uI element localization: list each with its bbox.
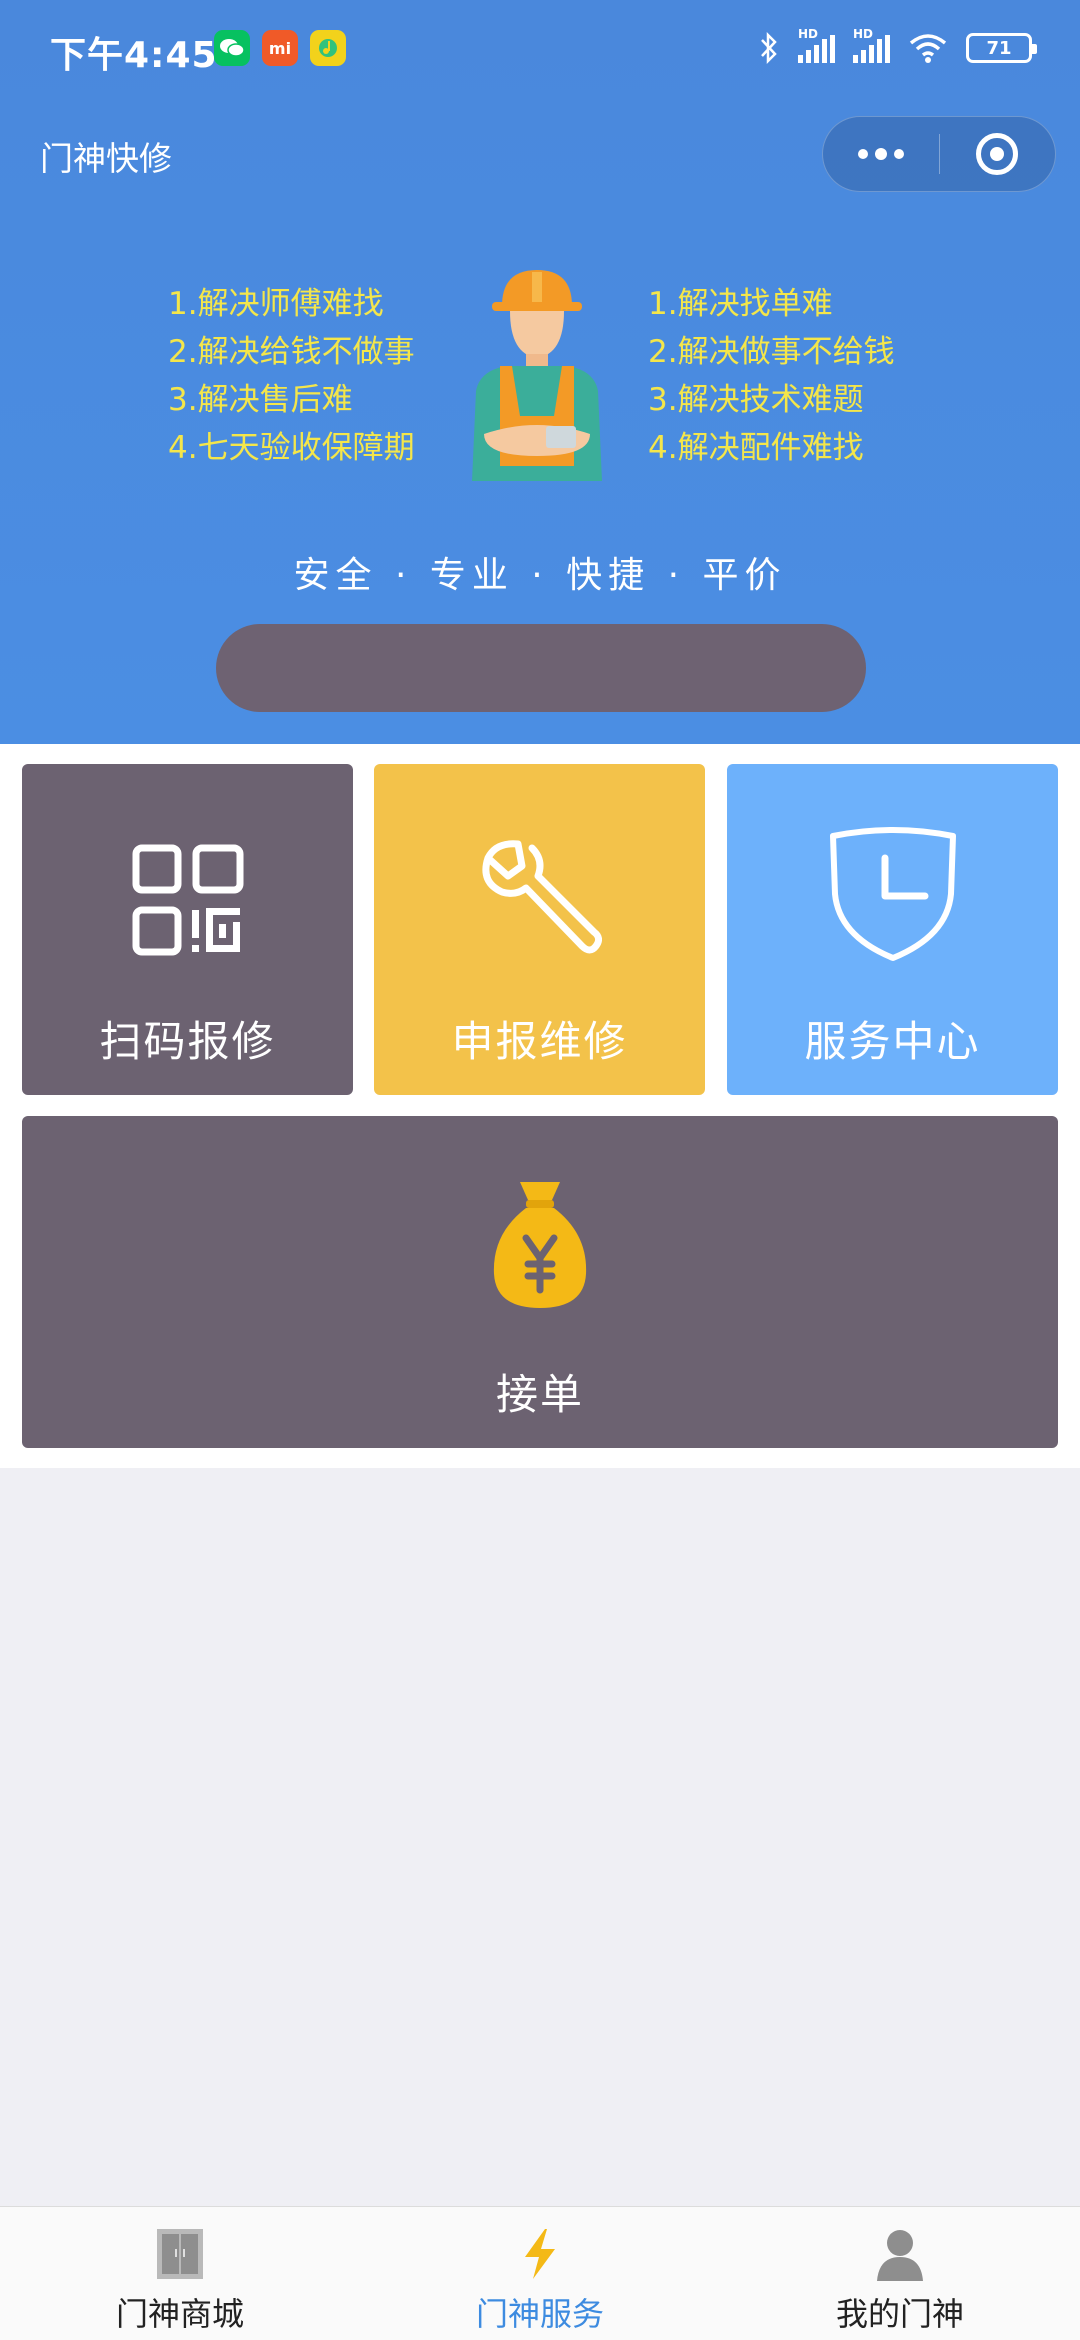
- cellular-signal-icon-2: HD: [853, 27, 890, 63]
- lightning-icon: [525, 2229, 555, 2279]
- tile-label: 服务中心: [804, 1017, 981, 1066]
- status-bar: 下午4:45 mi HD HD 71: [0, 0, 1080, 100]
- user-icon: [877, 2230, 923, 2281]
- feature-item: 4.七天验收保障期: [168, 430, 415, 466]
- tile-label: 接单: [495, 1370, 584, 1419]
- tab-profile[interactable]: 我的门神: [720, 2207, 1080, 2340]
- service-grid: 扫码报修 申报维修 服务中心 接单: [0, 744, 1080, 1468]
- money-bag-icon: [493, 1182, 587, 1308]
- tile-label: 申报维修: [451, 1017, 628, 1066]
- qr-code-icon: [132, 844, 244, 956]
- feature-item: 1.解决师傅难找: [168, 286, 384, 322]
- worker-illustration: [472, 270, 602, 481]
- wifi-icon: [909, 34, 947, 63]
- wechat-icon: [214, 30, 250, 66]
- bluetooth-icon: [761, 31, 777, 65]
- status-time: 下午4:45: [50, 35, 218, 76]
- target-close-icon[interactable]: [940, 116, 1055, 192]
- tab-service[interactable]: 门神服务: [360, 2207, 720, 2340]
- more-dots-icon[interactable]: [823, 116, 939, 192]
- slogan: 安全 · 专业 · 快捷 · 平价: [293, 555, 787, 596]
- feature-item: 3.解决售后难: [168, 382, 353, 418]
- feature-item: 1.解决找单难: [648, 286, 833, 322]
- battery-indicator: 71: [966, 33, 1037, 63]
- feature-item: 3.解决技术难题: [648, 382, 864, 418]
- status-icons: HD HD 71: [758, 27, 1037, 68]
- shield-clock-icon: [830, 827, 956, 961]
- tab-label: 门神服务: [475, 2295, 604, 2333]
- cellular-signal-icon: HD: [798, 27, 835, 63]
- music-icon: [310, 30, 346, 66]
- search-bar[interactable]: [216, 624, 866, 712]
- tab-label: 门神商城: [115, 2295, 244, 2333]
- tile-label: 扫码报修: [99, 1017, 276, 1066]
- feature-item: 2.解决给钱不做事: [168, 334, 415, 370]
- mi-icon: mi: [262, 30, 298, 66]
- page-title: 门神快修: [40, 139, 172, 178]
- left-feature-list: 1.解决师傅难找 2.解决给钱不做事 3.解决售后难 4.七天验收保障期: [168, 280, 415, 472]
- scan-repair-button[interactable]: 扫码报修: [22, 764, 353, 1095]
- header-banner: 下午4:45 mi HD HD 71 门神快修 1.解决师傅难找 2.解决给钱不…: [0, 0, 1080, 744]
- service-center-button[interactable]: 服务中心: [727, 764, 1058, 1095]
- accept-orders-button[interactable]: 接单: [22, 1116, 1058, 1448]
- tab-label: 我的门神: [835, 2295, 964, 2333]
- right-feature-list: 1.解决找单难 2.解决做事不给钱 3.解决技术难题 4.解决配件难找: [648, 280, 895, 472]
- door-icon: [157, 2229, 203, 2279]
- wrench-icon: [482, 840, 602, 954]
- feature-item: 4.解决配件难找: [648, 430, 864, 466]
- feature-item: 2.解决做事不给钱: [648, 334, 895, 370]
- miniprogram-capsule: [822, 116, 1056, 192]
- report-repair-button[interactable]: 申报维修: [374, 764, 705, 1095]
- bottom-tab-bar: 门神商城 门神服务 我的门神: [0, 2206, 1080, 2340]
- tab-mall[interactable]: 门神商城: [0, 2207, 360, 2340]
